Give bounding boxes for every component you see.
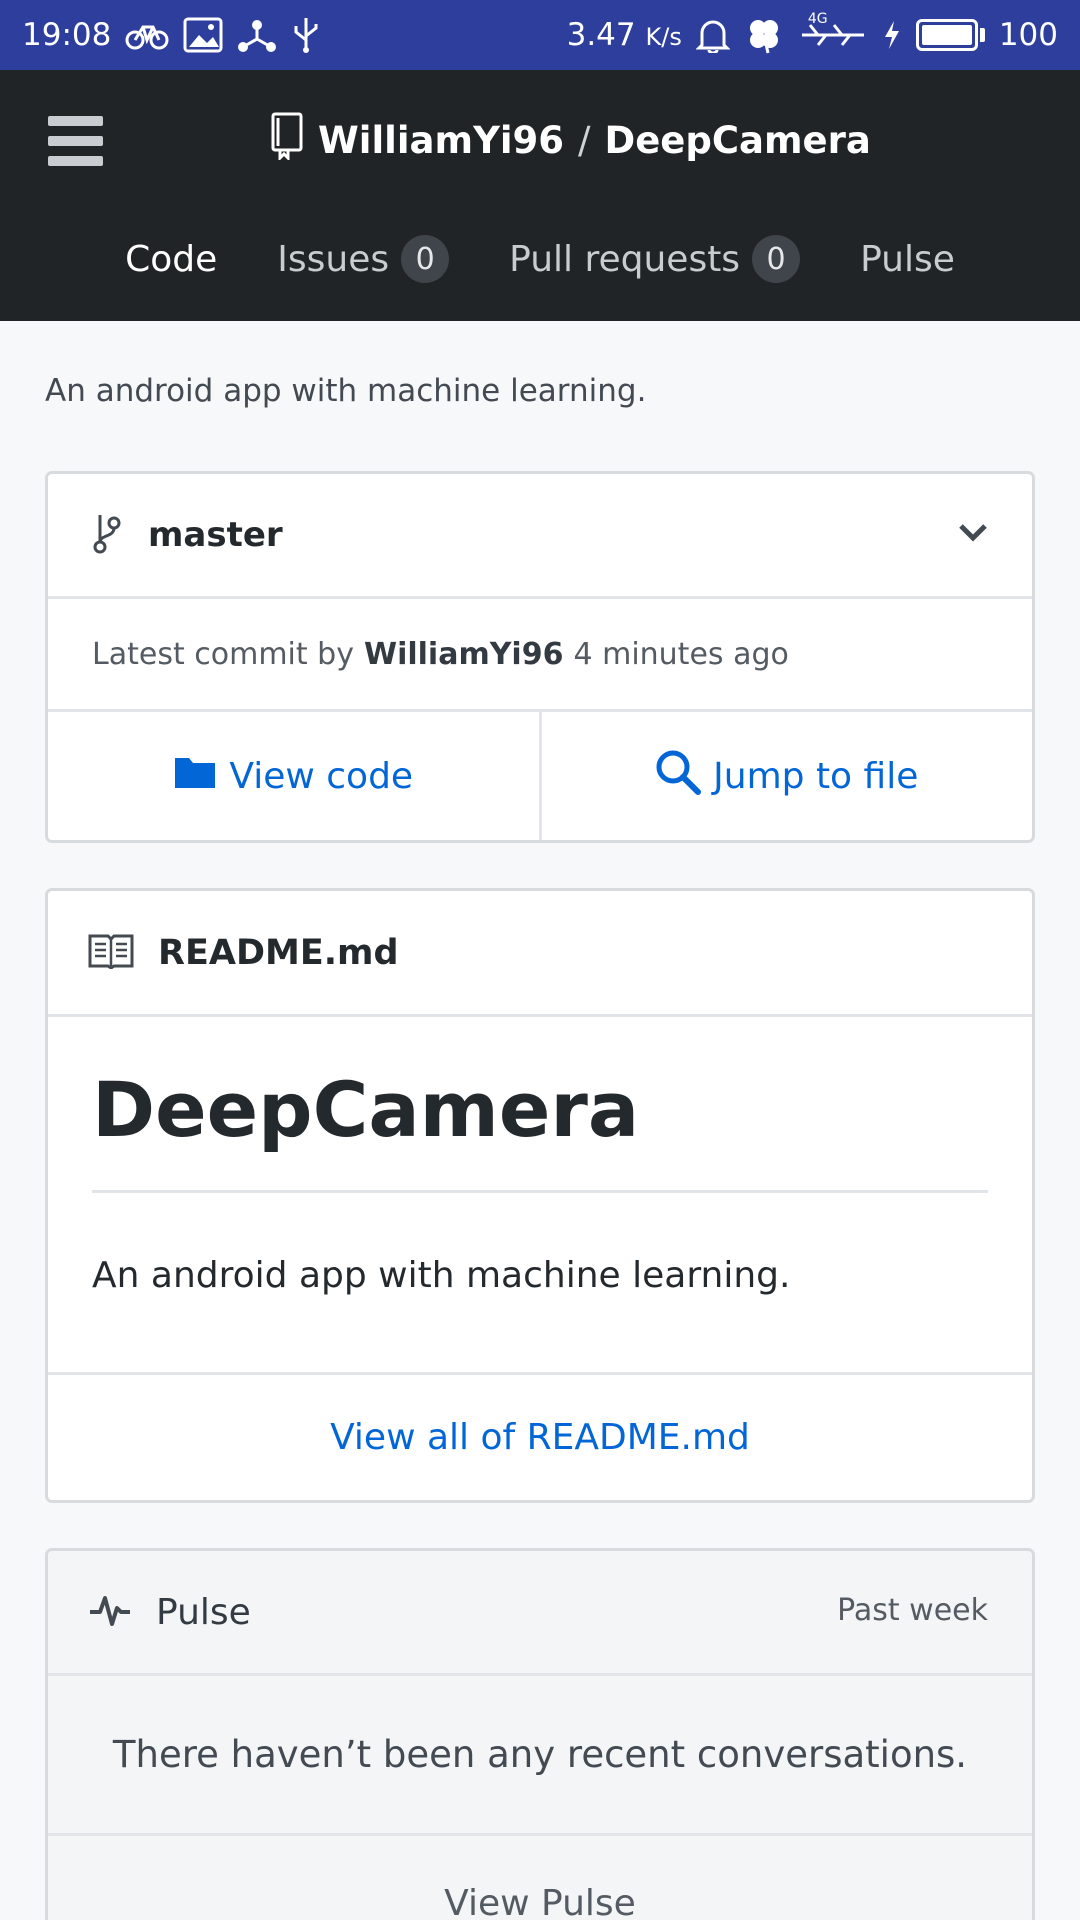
repo-nav: Code Issues 0 Pull requests 0 Pulse bbox=[0, 235, 1080, 283]
issues-count-badge: 0 bbox=[401, 235, 450, 283]
pulse-icon bbox=[88, 1592, 132, 1632]
signal-icon: 4G bbox=[798, 11, 868, 53]
repo-separator: / bbox=[578, 119, 591, 162]
menu-icon[interactable] bbox=[48, 116, 103, 166]
battery-icon bbox=[915, 19, 985, 51]
battery-level: 100 bbox=[998, 17, 1058, 53]
view-pulse-link[interactable]: View Pulse bbox=[48, 1836, 1032, 1920]
share-icon bbox=[237, 17, 277, 53]
repo-description: An android app with machine learning. bbox=[45, 373, 647, 409]
app-header: WilliamYi96 / DeepCamera Code Issues 0 P… bbox=[0, 70, 1080, 321]
branch-icon bbox=[92, 511, 122, 559]
folder-icon bbox=[173, 754, 217, 799]
pulse-empty-message: There haven’t been any recent conversati… bbox=[48, 1676, 1032, 1836]
commit-author-link[interactable]: WilliamYi96 bbox=[364, 637, 563, 672]
branch-box: master Latest commit by WilliamYi96 4 mi… bbox=[45, 471, 1035, 843]
search-icon bbox=[655, 749, 702, 804]
readme-content: DeepCamera An android app with machine l… bbox=[48, 1017, 1032, 1375]
tab-pull-requests[interactable]: Pull requests 0 bbox=[509, 235, 801, 283]
pulse-box: Pulse Past week There haven’t been any r… bbox=[45, 1548, 1035, 1920]
bike-icon bbox=[125, 19, 169, 51]
readme-paragraph: An android app with machine learning. bbox=[92, 1255, 791, 1296]
book-icon bbox=[88, 933, 134, 973]
branch-name: master bbox=[148, 515, 283, 555]
clover-icon bbox=[744, 15, 784, 55]
commit-time: 4 minutes ago bbox=[573, 636, 789, 672]
chevron-down-icon[interactable] bbox=[958, 522, 988, 546]
tab-issues[interactable]: Issues 0 bbox=[277, 235, 450, 283]
pulse-period: Past week bbox=[837, 1593, 988, 1628]
view-all-readme-link[interactable]: View all of README.md bbox=[48, 1375, 1032, 1500]
repo-owner-link[interactable]: WilliamYi96 bbox=[318, 119, 564, 162]
bell-icon bbox=[695, 17, 730, 53]
pulse-header: Pulse Past week bbox=[48, 1551, 1032, 1676]
jump-to-file-button[interactable]: Jump to file bbox=[538, 712, 1033, 840]
repo-icon bbox=[270, 112, 304, 169]
usb-icon bbox=[291, 16, 321, 54]
image-icon bbox=[183, 17, 223, 53]
clock: 19:08 bbox=[22, 17, 112, 53]
status-bar: 19:08 3.47 K/s 4G 100 bbox=[0, 0, 1080, 70]
branch-selector[interactable]: master bbox=[48, 474, 1032, 599]
tab-pulse[interactable]: Pulse bbox=[860, 239, 955, 280]
code-actions: View code Jump to file bbox=[48, 712, 1032, 840]
readme-heading: DeepCamera bbox=[92, 1017, 988, 1193]
pulse-title: Pulse bbox=[156, 1591, 251, 1633]
latest-commit: Latest commit by WilliamYi96 4 minutes a… bbox=[48, 599, 1032, 712]
readme-filename: README.md bbox=[158, 932, 399, 973]
tab-code[interactable]: Code bbox=[125, 239, 217, 280]
readme-box: README.md DeepCamera An android app with… bbox=[45, 888, 1035, 1503]
network-speed: 3.47 K/s bbox=[566, 17, 682, 53]
view-code-button[interactable]: View code bbox=[48, 712, 539, 840]
charging-icon bbox=[882, 19, 902, 51]
readme-header: README.md bbox=[48, 891, 1032, 1017]
repo-name-link[interactable]: DeepCamera bbox=[605, 119, 871, 162]
repo-title: WilliamYi96 / DeepCamera bbox=[270, 112, 871, 169]
pull-requests-count-badge: 0 bbox=[752, 235, 801, 283]
